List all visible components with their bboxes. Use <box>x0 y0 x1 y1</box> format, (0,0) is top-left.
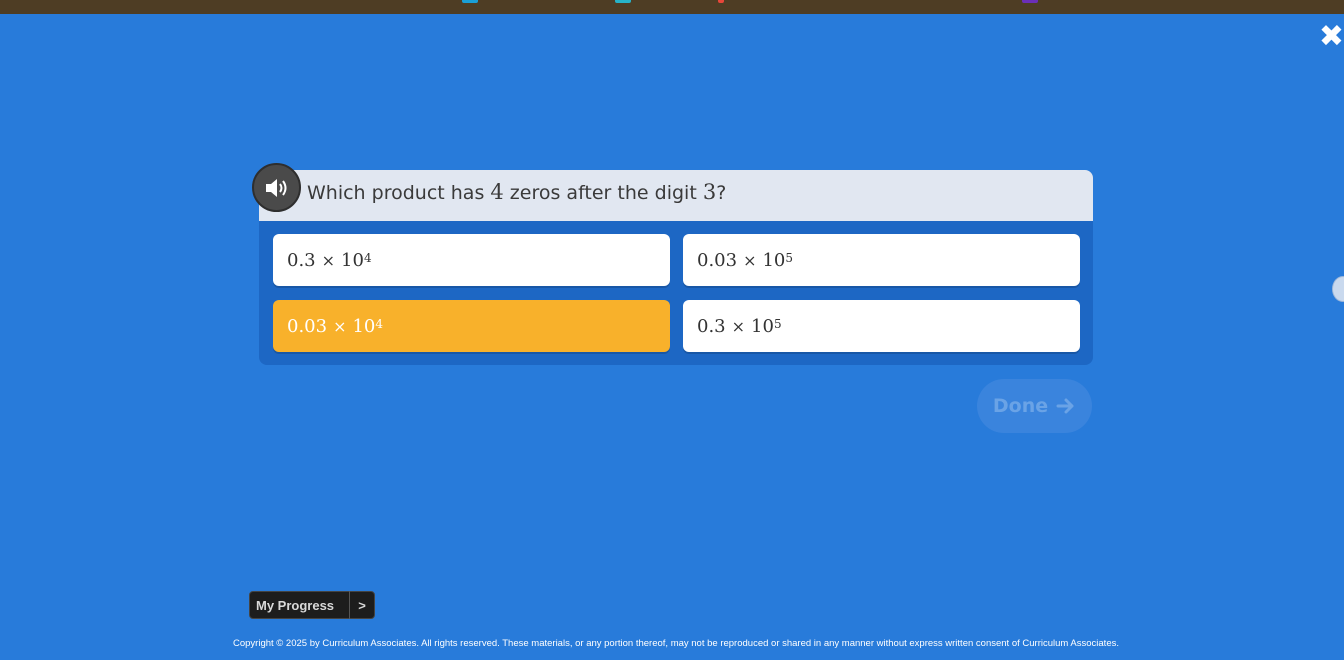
choice-2-base: 10 <box>762 249 786 271</box>
close-icon[interactable]: ✖ <box>1318 22 1344 52</box>
my-progress-button[interactable]: My Progress > <box>249 591 375 619</box>
toolbar-accent-purple <box>1022 0 1038 3</box>
chevron-right-icon: > <box>358 597 366 613</box>
choice-3-coefficient: 0.03 <box>287 315 328 337</box>
question-digit: 3 <box>702 180 717 204</box>
choice-4-base: 10 <box>751 315 774 337</box>
top-toolbar-strip <box>0 0 1344 14</box>
question-prompt-bar: Which product has 4 zeros after the digi… <box>259 170 1093 221</box>
choice-1-coefficient: 0.3 <box>287 249 316 271</box>
choice-1-exponent: 4 <box>363 251 372 265</box>
answer-choice-1[interactable]: 0.3 × 10 4 <box>273 234 670 286</box>
choice-3-times: × <box>333 316 347 336</box>
choice-2-exponent: 5 <box>785 251 794 265</box>
choice-3-base: 10 <box>352 315 376 337</box>
choice-3-exponent: 4 <box>375 317 384 331</box>
choice-4-times: × <box>731 316 746 336</box>
question-text-middle: zeros after the digit <box>503 182 703 204</box>
answer-choice-2[interactable]: 0.03 × 10 5 <box>683 234 1080 286</box>
answer-choice-3[interactable]: 0.03 × 10 4 <box>273 300 670 352</box>
choice-2-times: × <box>743 250 757 270</box>
done-label: Done <box>992 395 1049 417</box>
toolbar-accent-blue <box>462 0 478 3</box>
question-card: Which product has 4 zeros after the digi… <box>252 163 1093 365</box>
my-progress-label: My Progress <box>256 597 335 613</box>
question-text-before: Which product has <box>307 182 491 204</box>
arrow-right-icon <box>1056 398 1074 414</box>
choice-4-exponent: 5 <box>773 317 782 331</box>
speaker-icon[interactable] <box>252 163 301 212</box>
choice-4-coefficient: 0.3 <box>697 315 726 337</box>
answer-choice-4[interactable]: 0.3 × 10 5 <box>683 300 1080 352</box>
done-button[interactable]: Done <box>977 379 1092 433</box>
question-zero-count: 4 <box>490 180 504 204</box>
question-text: Which product has 4 zeros after the digi… <box>307 180 726 204</box>
toolbar-accent-red <box>718 0 724 3</box>
copyright-footer: Copyright © 2025 by Curriculum Associate… <box>233 638 1119 649</box>
choice-2-coefficient: 0.03 <box>697 249 738 271</box>
side-panel-handle[interactable] <box>1332 276 1344 302</box>
question-text-after: ? <box>716 182 727 204</box>
toolbar-accent-teal <box>615 0 631 3</box>
choice-1-base: 10 <box>341 249 364 271</box>
choice-1-times: × <box>321 250 336 270</box>
